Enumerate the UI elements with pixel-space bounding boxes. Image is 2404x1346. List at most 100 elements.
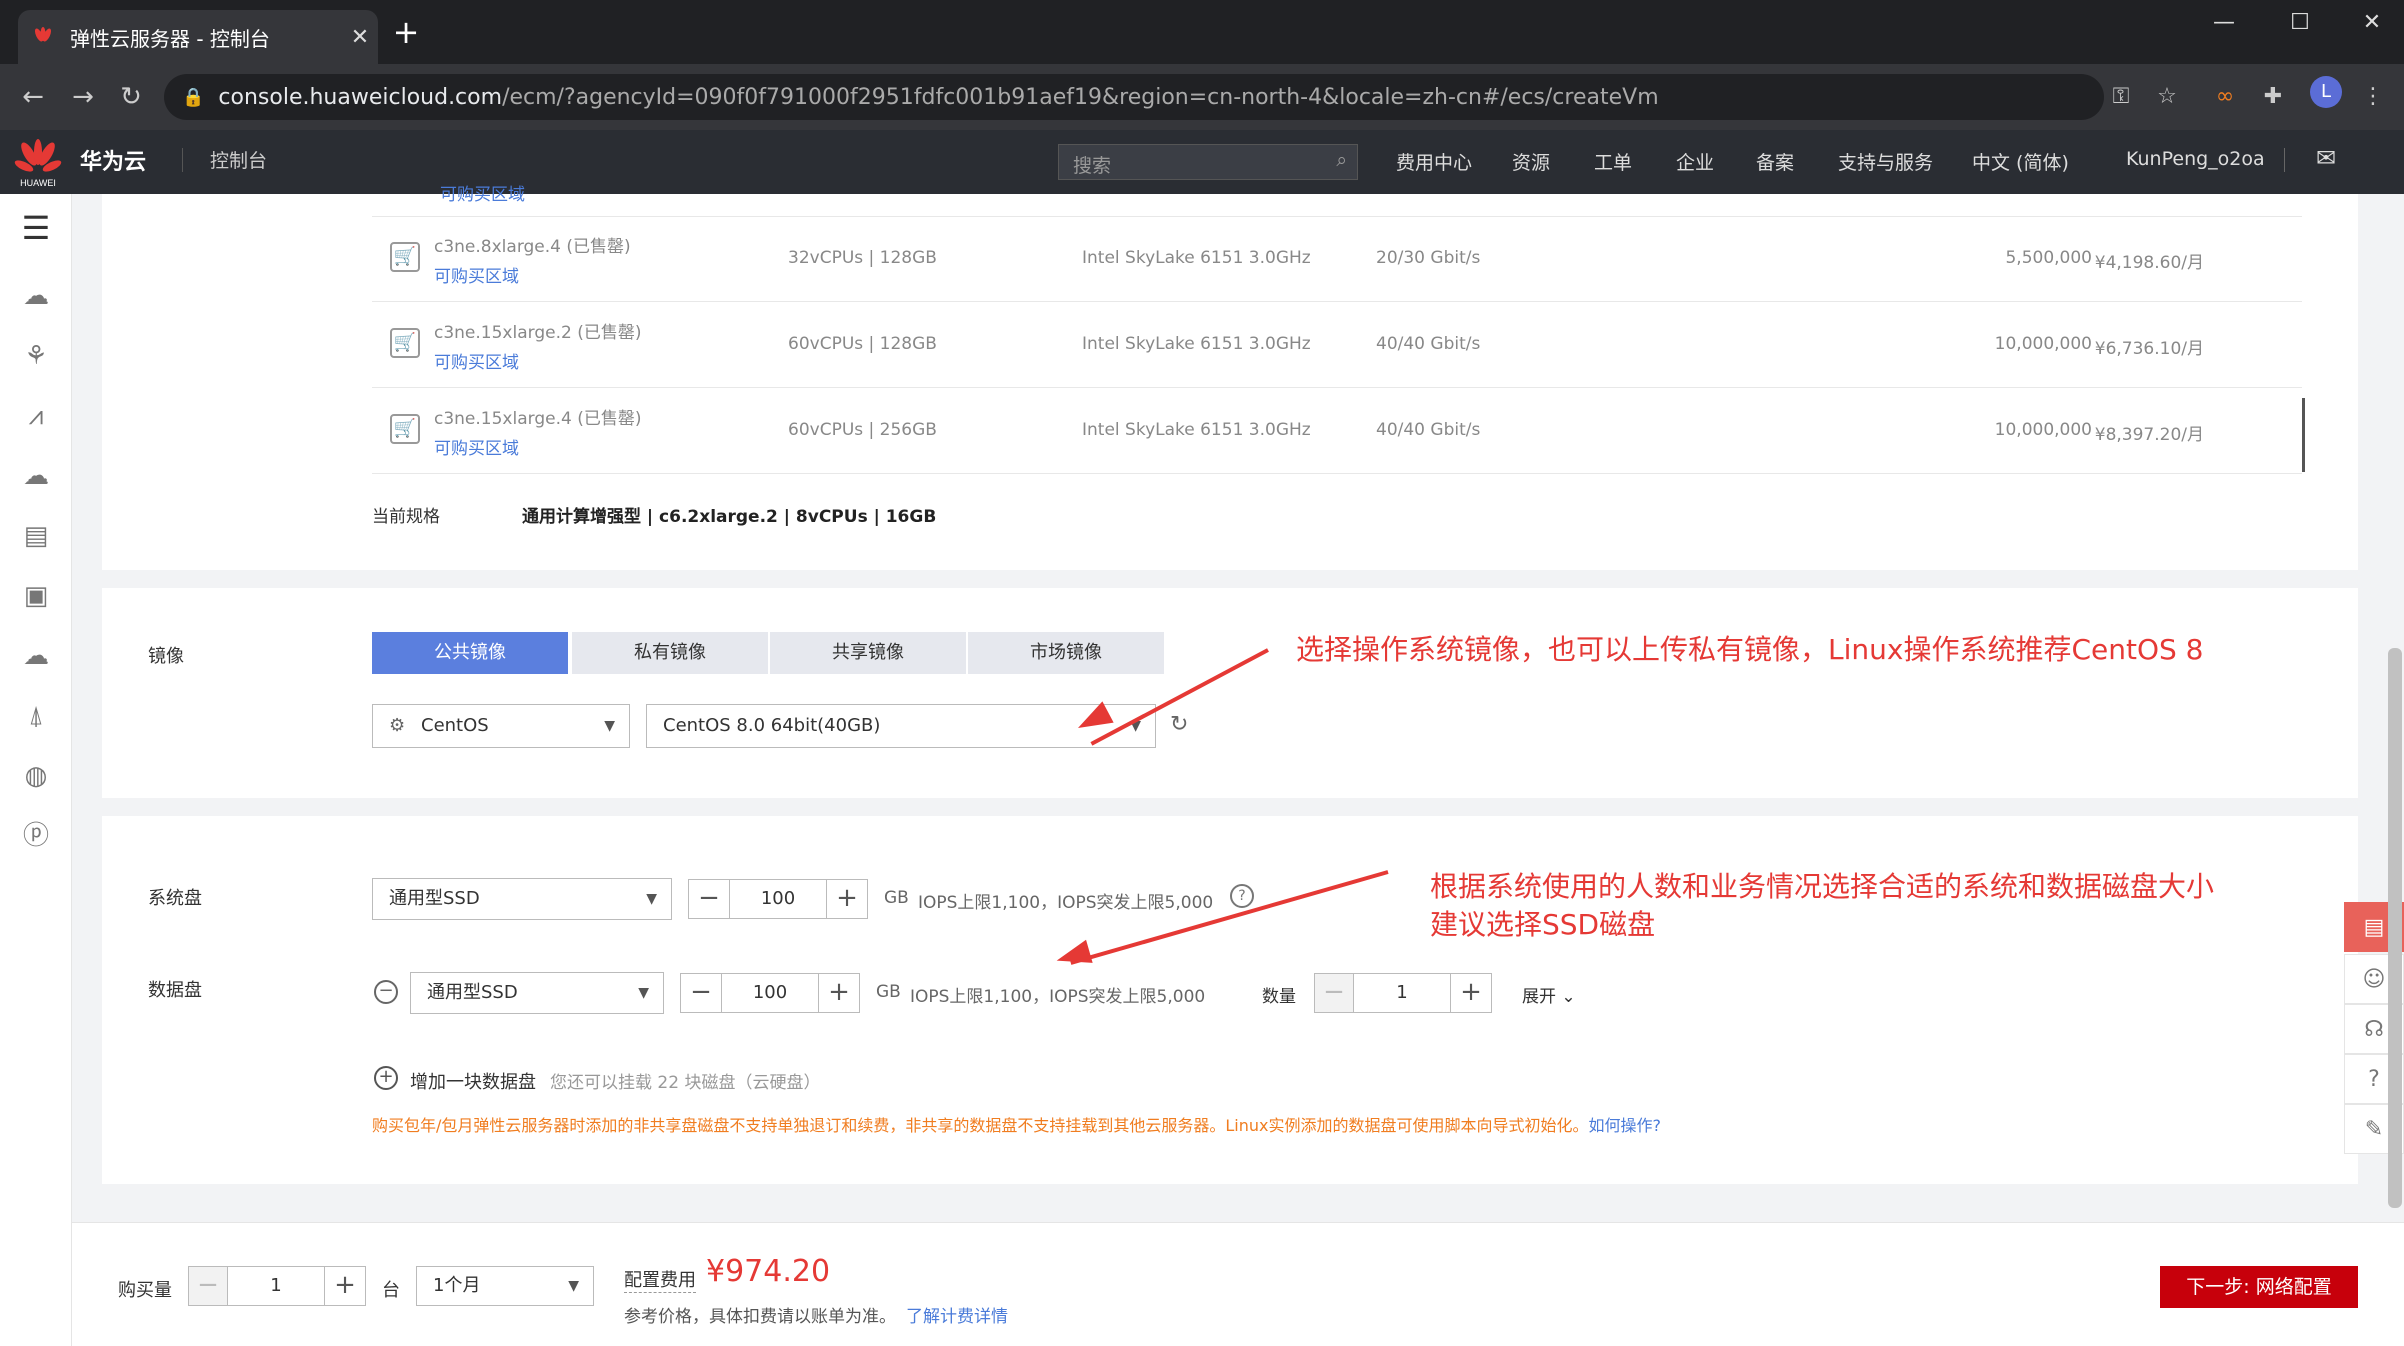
how-to-link[interactable]: 如何操作?: [1589, 1116, 1662, 1135]
nav-billing[interactable]: 费用中心: [1396, 148, 1472, 175]
os-select[interactable]: ⚙ CentOS ▼: [372, 704, 630, 748]
available-region-link[interactable]: 可购买区域: [434, 262, 519, 287]
disk-warning: 购买包年/包月弹性云服务器时添加的非共享盘磁盘不支持单独退订和续费，非共享的数据…: [372, 1112, 1661, 1136]
search-icon[interactable]: ⌕: [1336, 149, 1347, 171]
data-disk-label: 数据盘: [148, 980, 202, 1001]
console-link[interactable]: 控制台: [210, 146, 267, 173]
period-value: 1个月: [433, 1275, 481, 1296]
data-disk-type-select[interactable]: 通用型SSD ▼: [410, 972, 664, 1014]
brand-name[interactable]: 华为云: [80, 144, 146, 176]
maximize-icon[interactable]: ☐: [2264, 0, 2336, 46]
annotation-disk-line2: 建议选择SSD磁盘: [1430, 908, 1656, 941]
nav-icp[interactable]: 备案: [1756, 148, 1794, 175]
purchase-qty-plus-button[interactable]: +: [324, 1266, 366, 1306]
reload-icon[interactable]: ↻: [112, 78, 150, 116]
nav-resources[interactable]: 资源: [1512, 148, 1550, 175]
chevron-down-icon: ▼: [568, 1278, 579, 1294]
nav-language[interactable]: 中文 (简体): [1972, 148, 2069, 175]
menu-dots-icon[interactable]: ⋮: [2356, 80, 2390, 114]
add-disk-icon[interactable]: +: [374, 1066, 398, 1090]
disk-warning-text: 购买包年/包月弹性云服务器时添加的非共享盘磁盘不支持单独退订和续费，非共享的数据…: [372, 1116, 1589, 1135]
flavor-net: 20/30 Gbit/s: [1376, 248, 1481, 268]
annotation-disk-note: 根据系统使用的人数和业务情况选择合适的系统和数据磁盘大小 建议选择SSD磁盘: [1430, 868, 2214, 944]
quantity-plus-button[interactable]: +: [1450, 973, 1492, 1013]
nav-tickets[interactable]: 工单: [1594, 148, 1632, 175]
minimize-icon[interactable]: —: [2188, 0, 2260, 46]
globe-icon[interactable]: ◍: [18, 758, 54, 794]
nav-user[interactable]: KunPeng_o2oa: [2126, 148, 2265, 170]
logo-text: HUAWEI: [20, 178, 56, 188]
tab-private-image[interactable]: 私有镜像: [572, 632, 768, 674]
url-host: console.huaweicloud.com: [218, 84, 503, 110]
database-icon[interactable]: ▤: [18, 518, 54, 554]
monitor-icon[interactable]: ⩘: [18, 398, 54, 434]
add-data-disk-button[interactable]: 增加一块数据盘: [410, 1068, 536, 1094]
annotation-image-note: 选择操作系统镜像，也可以上传私有镜像，Linux操作系统推荐CentOS 8: [1296, 633, 2204, 666]
nav-support[interactable]: 支持与服务: [1838, 148, 1933, 175]
help-icon[interactable]: ?: [1230, 884, 1254, 908]
flavor-name: c3ne.15xlarge.4 (已售罄): [434, 409, 642, 429]
config-fee-label[interactable]: 配置费用: [624, 1266, 696, 1293]
document-icon[interactable]: ▣: [18, 578, 54, 614]
period-select[interactable]: 1个月 ▼: [416, 1266, 594, 1306]
available-region-link[interactable]: 可购买区域: [434, 348, 519, 373]
system-disk-type-select[interactable]: 通用型SSD ▼: [372, 878, 672, 920]
hamburger-menu-icon[interactable]: ☰: [18, 210, 54, 246]
image-label: 镜像: [148, 646, 184, 667]
back-icon[interactable]: ←: [14, 78, 52, 116]
remove-disk-icon[interactable]: −: [374, 980, 398, 1004]
search-placeholder: 搜索: [1073, 155, 1112, 177]
mail-icon[interactable]: ✉: [2316, 144, 2336, 172]
quantity-input[interactable]: 1: [1354, 973, 1450, 1013]
flavor-cpu: Intel SkyLake 6151 3.0GHz: [1082, 420, 1311, 440]
tab-public-image[interactable]: 公共镜像: [372, 632, 568, 674]
forward-icon[interactable]: →: [64, 78, 102, 116]
search-input[interactable]: 搜索 ⌕: [1058, 144, 1358, 180]
flavor-link-partial[interactable]: 可购买区域: [440, 180, 525, 205]
available-region-link[interactable]: 可购买区域: [434, 434, 519, 459]
cloud-server-icon[interactable]: ☁: [18, 278, 54, 314]
star-icon[interactable]: ☆: [2150, 80, 2184, 114]
tab-title: 弹性云服务器 - 控制台: [70, 26, 270, 51]
browser-tab[interactable]: 弹性云服务器 - 控制台 ✕: [18, 10, 378, 64]
tab-market-image[interactable]: 市场镜像: [968, 632, 1164, 674]
cloud-icon[interactable]: ☁: [18, 638, 54, 674]
extension-icon[interactable]: ∞: [2208, 80, 2242, 114]
refresh-icon[interactable]: ↻: [1170, 712, 1188, 737]
close-tab-icon[interactable]: ✕: [342, 25, 378, 50]
data-disk-plus-button[interactable]: +: [818, 973, 860, 1013]
gear-icon: ⚙: [389, 715, 406, 736]
ip-icon[interactable]: ⓟ: [18, 818, 54, 854]
page-scrollbar[interactable]: [2388, 648, 2402, 1208]
key-icon[interactable]: ⚿: [2104, 80, 2138, 114]
system-disk-unit: GB: [884, 888, 909, 908]
tab-shared-image[interactable]: 共享镜像: [770, 632, 966, 674]
expand-button[interactable]: 展开 ⌄: [1522, 982, 1576, 1007]
puzzle-icon[interactable]: ✚: [2256, 80, 2290, 114]
billing-details-link[interactable]: 了解计费详情: [906, 1307, 1008, 1327]
address-bar[interactable]: 🔒 console.huaweicloud.com /ecm/?agencyId…: [164, 74, 2104, 120]
purchase-qty-minus-button[interactable]: −: [188, 1266, 228, 1306]
storage-cloud-icon[interactable]: ☁: [18, 458, 54, 494]
system-disk-plus-button[interactable]: +: [826, 879, 868, 919]
table-row[interactable]: 🛒 c3ne.15xlarge.2 (已售罄) 可购买区域 60vCPUs | …: [372, 302, 2302, 388]
quantity-minus-button[interactable]: −: [1314, 973, 1354, 1013]
data-disk-minus-button[interactable]: −: [680, 973, 722, 1013]
chevron-down-icon: ▼: [646, 891, 657, 907]
table-scrollbar[interactable]: [2302, 398, 2305, 472]
table-row[interactable]: 🛒 c3ne.15xlarge.4 (已售罄) 可购买区域 60vCPUs | …: [372, 388, 2302, 474]
next-network-config-button[interactable]: 下一步: 网络配置: [2160, 1266, 2358, 1308]
flavor-cpu: Intel SkyLake 6151 3.0GHz: [1082, 334, 1311, 354]
table-row[interactable]: 🛒 c3ne.8xlarge.4 (已售罄) 可购买区域 32vCPUs | 1…: [372, 216, 2302, 302]
avatar[interactable]: L: [2310, 76, 2342, 108]
cluster-icon[interactable]: ⚘: [18, 338, 54, 374]
purchase-qty-input[interactable]: 1: [228, 1266, 324, 1306]
system-disk-minus-button[interactable]: −: [688, 879, 730, 919]
new-tab-icon[interactable]: +: [388, 14, 424, 50]
system-disk-size-input[interactable]: 100: [730, 879, 826, 919]
data-disk-size-input[interactable]: 100: [722, 973, 818, 1013]
nav-enterprise[interactable]: 企业: [1676, 148, 1714, 175]
close-window-icon[interactable]: ✕: [2336, 0, 2404, 46]
security-icon[interactable]: ⍋: [18, 698, 54, 734]
huawei-logo-icon[interactable]: HUAWEI: [14, 136, 62, 188]
